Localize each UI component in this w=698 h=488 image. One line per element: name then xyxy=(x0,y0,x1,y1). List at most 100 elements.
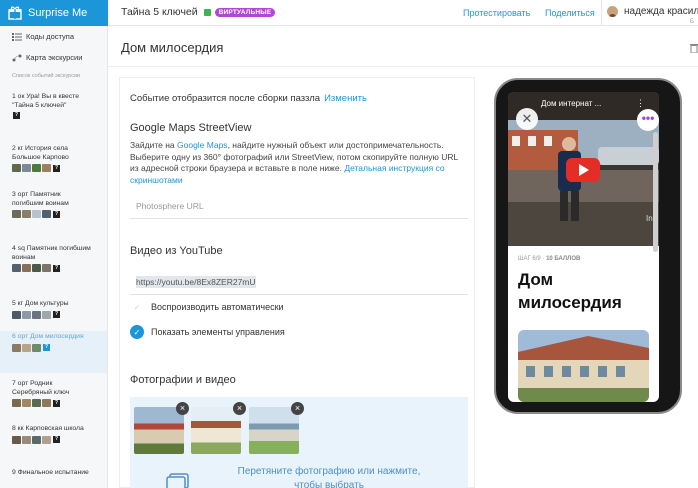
preview-screen: Дом интернат ... ⋮ ✕ ••• Ind ШАГ 6/9 · 1… xyxy=(508,92,659,402)
event-item[interactable]: 2 кг История села Большое Карпово ? xyxy=(0,143,107,174)
check-icon: ✓ xyxy=(133,302,141,312)
event-item[interactable]: 8 кк Карповская школа ? xyxy=(0,423,107,446)
event-item[interactable]: 1 ок Ура! Вы в квесте "Тайна 5 ключей" ? xyxy=(0,91,107,121)
youtube-heading: Видео из YouTube xyxy=(130,245,223,257)
autoplay-label: Воспроизводить автоматически xyxy=(151,302,284,312)
thumbnail xyxy=(32,399,41,408)
event-title: 5 кг Дом культуры xyxy=(12,300,69,307)
event-title: 3 орт Памятник погибшим воинам xyxy=(12,191,69,207)
thumbnail xyxy=(22,310,31,319)
sidebar: Коды доступа Карта экскурсии Список собы… xyxy=(0,26,108,488)
brand-name: Surprise Me xyxy=(28,7,88,19)
thumbnail xyxy=(22,435,31,444)
desc-text: Зайдите на xyxy=(130,140,177,150)
question-badge-icon: ? xyxy=(53,311,60,319)
list-icon xyxy=(12,32,22,41)
more-button[interactable]: ••• xyxy=(637,109,659,131)
event-editor-card: Событие отобразится после сборки паззла И… xyxy=(119,77,475,488)
building-photo-image xyxy=(518,330,649,402)
remove-photo-button[interactable]: × xyxy=(176,402,189,415)
quest-title: Тайна 5 ключей ВИРТУАЛЬНЫЕ xyxy=(121,6,276,18)
show-controls-checkbox[interactable]: ✓ Показать элементы управления xyxy=(130,325,285,339)
user-menu[interactable]: надежда красил xyxy=(607,6,698,17)
event-title: 2 кг История села Большое Карпово xyxy=(12,145,69,161)
event-item[interactable]: 9 Финальное испытание xyxy=(0,467,107,480)
trash-icon[interactable] xyxy=(690,43,698,53)
question-badge-icon: ? xyxy=(53,436,60,444)
video-menu-icon[interactable]: ⋮ xyxy=(636,98,645,109)
sidebar-item-route-map[interactable]: Карта экскурсии xyxy=(12,53,82,62)
thumbnail xyxy=(32,310,41,319)
event-item[interactable]: 3 орт Памятник погибшим воинам ? xyxy=(0,189,107,220)
image-upload-icon xyxy=(166,473,189,488)
remove-photo-button[interactable]: × xyxy=(291,402,304,415)
close-button[interactable]: ✕ xyxy=(516,108,538,130)
autoplay-checkbox[interactable]: ✓ Воспроизводить автоматически xyxy=(130,300,284,314)
event-title: 8 кк Карповская школа xyxy=(12,425,84,432)
upload-hint: Перетяните фотографию или нажмите, чтобы… xyxy=(237,466,421,488)
gift-icon xyxy=(8,6,22,20)
youtube-video-preview[interactable]: Дом интернат ... ⋮ ✕ ••• Ind xyxy=(508,92,659,246)
youtube-play-icon[interactable] xyxy=(566,158,600,182)
question-badge-icon: ? xyxy=(53,264,60,272)
thumbnail xyxy=(22,399,31,408)
photo-thumbnail[interactable]: × xyxy=(134,402,189,454)
thumbnail xyxy=(42,435,51,444)
preview-photo xyxy=(518,330,649,402)
thumbnail xyxy=(12,343,21,352)
thumbnail xyxy=(12,435,21,444)
event-title: 7 орт Родник Серебряный ключ xyxy=(12,380,70,396)
user-balance: Б xyxy=(690,19,694,25)
thumbnail xyxy=(42,310,51,319)
question-badge-icon: ? xyxy=(43,344,50,352)
mobile-preview: Дом интернат ... ⋮ ✕ ••• Ind ШАГ 6/9 · 1… xyxy=(494,78,682,414)
thumbnail xyxy=(32,164,41,173)
youtube-url-value: https://youtu.be/8Ex8ZER27mU xyxy=(136,276,256,288)
photosphere-url-input[interactable]: Photosphere URL xyxy=(130,194,468,219)
scrollbar[interactable] xyxy=(653,132,658,252)
page-title: Дом милосердия xyxy=(121,40,224,55)
sidebar-item-label: Коды доступа xyxy=(26,32,75,41)
change-link[interactable]: Изменить xyxy=(324,93,367,104)
thumbnail xyxy=(12,310,21,319)
event-title: 9 Финальное испытание xyxy=(12,469,89,476)
thumbnail xyxy=(12,210,21,219)
event-item[interactable]: 4 sq Памятник погибшим воинам ? xyxy=(0,243,107,274)
brand-logo[interactable]: Surprise Me xyxy=(0,0,108,26)
map-route-icon xyxy=(12,54,22,61)
thumbnail xyxy=(22,264,31,273)
share-link[interactable]: Поделиться xyxy=(545,8,595,18)
avatar xyxy=(607,6,618,17)
thumbnail xyxy=(42,399,51,408)
events-section-title: Список событий экскурсии xyxy=(12,73,81,79)
thumbnail xyxy=(32,210,41,219)
video-title: Дом интернат ... xyxy=(541,99,602,108)
check-icon: ✓ xyxy=(130,325,144,339)
step-number: ШАГ 6/9 · xyxy=(518,256,547,262)
thumbnail xyxy=(22,164,31,173)
google-maps-link[interactable]: Google Maps xyxy=(177,140,228,150)
thumbnail xyxy=(32,343,41,352)
youtube-url-input[interactable]: https://youtu.be/8Ex8ZER27mU xyxy=(130,270,468,295)
event-item-active[interactable]: 6 орт Дом милосердия ? xyxy=(0,331,107,373)
divider xyxy=(601,0,602,26)
photo-dropzone[interactable]: × × × Перетяните фотографию или нажмите,… xyxy=(130,397,468,488)
controls-label: Показать элементы управления xyxy=(151,327,285,337)
photo-thumbnail[interactable]: × xyxy=(249,402,304,454)
event-item[interactable]: 7 орт Родник Серебряный ключ ? xyxy=(0,378,107,409)
thumbnail xyxy=(12,399,21,408)
remove-photo-button[interactable]: × xyxy=(233,402,246,415)
thumbnail xyxy=(22,343,31,352)
event-item[interactable]: 5 кг Дом культуры ? xyxy=(0,298,107,321)
step-meta: ШАГ 6/9 · 10 БАЛЛОВ xyxy=(518,256,580,262)
divider xyxy=(108,66,698,67)
sidebar-item-access-codes[interactable]: Коды доступа xyxy=(12,32,74,41)
thumbnail xyxy=(12,164,21,173)
test-link[interactable]: Протестировать xyxy=(463,8,530,18)
question-badge-icon: ? xyxy=(53,210,60,218)
photo-thumbnail[interactable]: × xyxy=(191,402,246,454)
quest-name: Тайна 5 ключей xyxy=(121,6,198,18)
event-title: 6 орт Дом милосердия xyxy=(12,333,84,340)
question-badge-icon: ? xyxy=(53,164,60,172)
event-title: 1 ок Ура! Вы в квесте "Тайна 5 ключей" xyxy=(12,93,79,109)
